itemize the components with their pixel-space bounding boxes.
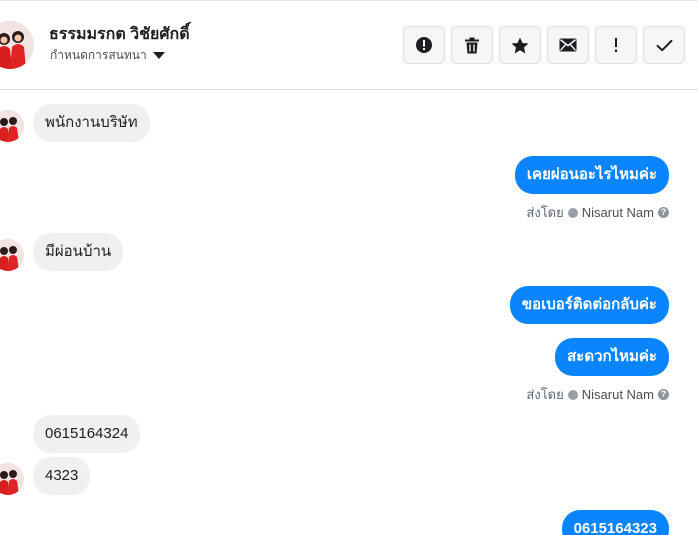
incoming-message[interactable]: 4323	[33, 457, 91, 495]
done-button[interactable]	[643, 26, 685, 64]
header-actions	[403, 26, 685, 64]
sent-by-line: ส่งโดย Nisarut Nam ?	[526, 384, 669, 405]
contact-name: ธรรมมรกต วิชัยศักดิ์	[49, 26, 190, 43]
exclamation-icon	[615, 38, 617, 52]
sent-by-agent[interactable]: Nisarut Nam	[582, 387, 654, 402]
outgoing-message[interactable]: 0615164323	[561, 510, 669, 535]
incoming-message[interactable]: มีผ่อนบ้าน	[33, 233, 124, 271]
conversation-header: ธรรมมรกต วิชัยศักดิ์ กำหนดการสนทนา	[0, 1, 698, 90]
assign-conversation-dropdown[interactable]: กำหนดการสนทนา	[50, 46, 165, 65]
trash-icon	[465, 37, 479, 53]
outgoing-message[interactable]: เคยผ่อนอะไรไหมค่ะ	[514, 156, 669, 194]
help-icon[interactable]: ?	[658, 389, 669, 400]
verified-icon	[567, 389, 578, 400]
spam-button[interactable]	[403, 26, 445, 64]
star-icon	[511, 37, 529, 53]
mark-unread-button[interactable]	[547, 26, 589, 64]
alert-circle-icon	[416, 37, 432, 53]
important-button[interactable]	[595, 26, 637, 64]
outgoing-message[interactable]: สะดวกไหมค่ะ	[555, 338, 669, 376]
verified-icon	[567, 207, 578, 218]
sent-by-agent[interactable]: Nisarut Nam	[582, 205, 654, 220]
sender-avatar[interactable]	[0, 463, 24, 495]
caret-down-icon	[152, 52, 165, 59]
sent-by-prefix: ส่งโดย	[526, 387, 564, 402]
sender-avatar[interactable]	[0, 239, 24, 271]
incoming-message[interactable]: 0615164324	[33, 415, 141, 453]
incoming-message[interactable]: พนักงานบริษัท	[33, 104, 150, 142]
sender-avatar[interactable]	[0, 110, 24, 142]
follow-up-button[interactable]	[499, 26, 541, 64]
sent-by-prefix: ส่งโดย	[526, 205, 564, 220]
message-thread: พนักงานบริษัท เคยผ่อนอะไรไหมค่ะ ส่งโดย N…	[0, 90, 698, 535]
contact-avatar[interactable]	[0, 21, 34, 69]
outgoing-message[interactable]: ขอเบอร์ติดต่อกลับค่ะ	[509, 286, 669, 324]
help-icon[interactable]: ?	[658, 207, 669, 218]
check-icon	[656, 39, 672, 51]
sent-by-line: ส่งโดย Nisarut Nam ?	[526, 202, 669, 223]
delete-button[interactable]	[451, 26, 493, 64]
envelope-icon	[559, 38, 577, 52]
assign-conversation-label: กำหนดการสนทนา	[50, 48, 147, 62]
